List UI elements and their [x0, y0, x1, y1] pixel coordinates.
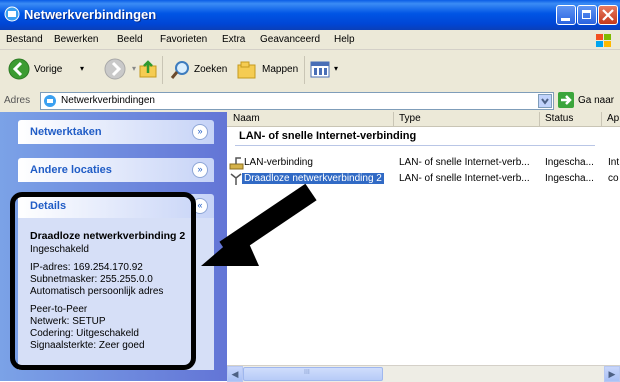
toolbar-separator — [162, 56, 163, 84]
search-label: Zoeken — [194, 64, 228, 75]
go-button[interactable] — [558, 92, 574, 108]
views-dropdown-icon[interactable]: ▾ — [334, 64, 338, 73]
menu-favorieten[interactable]: Favorieten — [160, 34, 207, 45]
chevron-down-icon — [541, 98, 549, 105]
menu-extra[interactable]: Extra — [222, 34, 245, 45]
menu-bestand[interactable]: Bestand — [6, 34, 43, 45]
windows-logo-icon — [596, 34, 611, 47]
menu-help[interactable]: Help — [334, 34, 355, 45]
menu-geavanceerd[interactable]: Geavanceerd — [260, 34, 320, 45]
address-input[interactable]: Netwerkverbindingen — [40, 92, 554, 110]
toolbar-separator — [304, 56, 305, 84]
menu-bewerken[interactable]: Bewerken — [54, 34, 98, 45]
scroll-right-button[interactable]: ▶ — [604, 366, 620, 382]
other-places-header[interactable]: Andere locaties » — [18, 158, 214, 182]
folders-icon — [237, 61, 256, 79]
scroll-left-button[interactable]: ◀ — [227, 366, 243, 382]
column-separator[interactable] — [539, 112, 540, 126]
network-tasks-label: Netwerktaken — [30, 126, 102, 138]
minimize-button[interactable] — [556, 5, 576, 25]
item-name: LAN-verbinding — [244, 157, 313, 168]
go-arrow-icon — [561, 95, 572, 105]
back-button[interactable]: Vorige ▾ — [8, 58, 94, 82]
highlight-callout-box — [10, 192, 196, 370]
back-arrow-icon — [8, 58, 30, 80]
group-divider — [235, 145, 595, 146]
list-item[interactable]: LAN-verbinding LAN- of snelle Internet-v… — [227, 156, 620, 170]
column-separator[interactable] — [393, 112, 394, 126]
close-icon — [602, 9, 614, 21]
window-title: Netwerkverbindingen — [24, 7, 157, 22]
item-type: LAN- of snelle Internet-verb... — [399, 173, 530, 184]
column-type[interactable]: Type — [399, 113, 421, 124]
column-headers: Naam Type Status Ap — [227, 112, 620, 127]
go-label[interactable]: Ga naar — [578, 95, 614, 106]
item-extra: Int — [608, 157, 620, 168]
item-extra: co — [608, 173, 619, 184]
folder-up-icon — [139, 60, 157, 78]
horizontal-scrollbar[interactable]: ◀ III ▶ — [227, 365, 620, 382]
close-button[interactable] — [598, 5, 618, 25]
folders-button[interactable]: Mappen — [236, 58, 302, 82]
address-value: Netwerkverbindingen — [61, 95, 155, 106]
forward-arrow-icon — [104, 58, 126, 80]
column-status[interactable]: Status — [545, 113, 573, 124]
scroll-thumb-grip: III — [304, 369, 310, 376]
address-bar: Adres Netwerkverbindingen Ga naar — [0, 90, 620, 113]
item-status: Ingescha... — [545, 173, 594, 184]
views-button[interactable]: ▾ — [310, 58, 344, 82]
views-icon — [310, 61, 330, 78]
search-button[interactable]: Zoeken — [170, 58, 230, 82]
item-status: Ingescha... — [545, 157, 594, 168]
column-separator[interactable] — [601, 112, 602, 126]
search-icon — [170, 61, 189, 79]
address-label: Adres — [4, 95, 31, 106]
group-title: LAN- of snelle Internet-verbinding — [239, 130, 417, 142]
column-extra[interactable]: Ap — [607, 113, 619, 124]
back-label: Vorige — [34, 64, 63, 75]
menu-bar: Bestand Bewerken Beeld Favorieten Extra … — [0, 30, 620, 50]
other-places-label: Andere locaties — [30, 164, 112, 176]
lan-connection-icon — [229, 157, 244, 170]
scroll-thumb[interactable]: III — [243, 367, 383, 381]
address-dropdown-button[interactable] — [538, 94, 552, 108]
up-folder-button[interactable] — [136, 58, 160, 82]
network-connections-icon — [4, 6, 20, 22]
title-bar[interactable]: Netwerkverbindingen — [0, 0, 620, 30]
network-connections-icon — [44, 95, 56, 107]
menu-beeld[interactable]: Beeld — [117, 34, 143, 45]
chevron-down-icon[interactable]: » — [192, 124, 208, 140]
network-tasks-header[interactable]: Netwerktaken » — [18, 120, 214, 144]
back-dropdown-icon[interactable]: ▾ — [80, 64, 84, 73]
maximize-button[interactable] — [577, 5, 597, 25]
item-type: LAN- of snelle Internet-verb... — [399, 157, 530, 168]
column-name[interactable]: Naam — [233, 113, 260, 124]
folders-label: Mappen — [262, 64, 299, 75]
annotation-arrow — [201, 183, 317, 266]
toolbar: Vorige ▾ ▾ Zoeken Mappen ▾ — [0, 50, 620, 91]
chevron-down-icon[interactable]: » — [192, 162, 208, 178]
